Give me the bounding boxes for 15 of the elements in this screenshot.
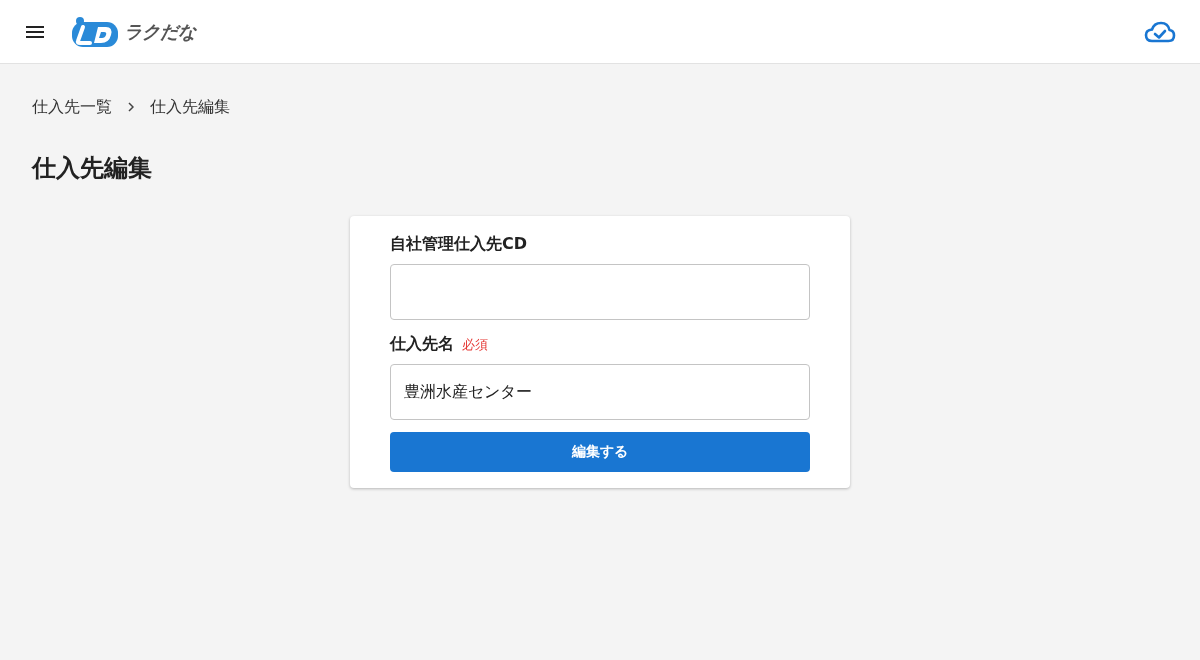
required-label: 必須: [462, 336, 488, 354]
logo-text: ラクだな: [124, 19, 196, 44]
page-title: 仕入先編集: [32, 153, 152, 184]
chevron-right-icon: [128, 102, 134, 112]
field-label: 自社管理仕入先CD: [390, 233, 528, 255]
menu-icon: [26, 25, 44, 38]
cloud-check-icon[interactable]: [1144, 20, 1176, 43]
field-label: 仕入先名: [390, 333, 454, 355]
logo-link[interactable]: ラクだな: [72, 16, 196, 47]
breadcrumb-link[interactable]: 仕入先一覧: [32, 96, 112, 118]
breadcrumb-current: 仕入先編集: [150, 96, 230, 118]
input-field[interactable]: 豊洲水産センター: [390, 364, 810, 420]
input-field[interactable]: [390, 264, 810, 320]
submit-button[interactable]: 編集する: [390, 432, 810, 472]
logo-icon: [72, 16, 118, 47]
